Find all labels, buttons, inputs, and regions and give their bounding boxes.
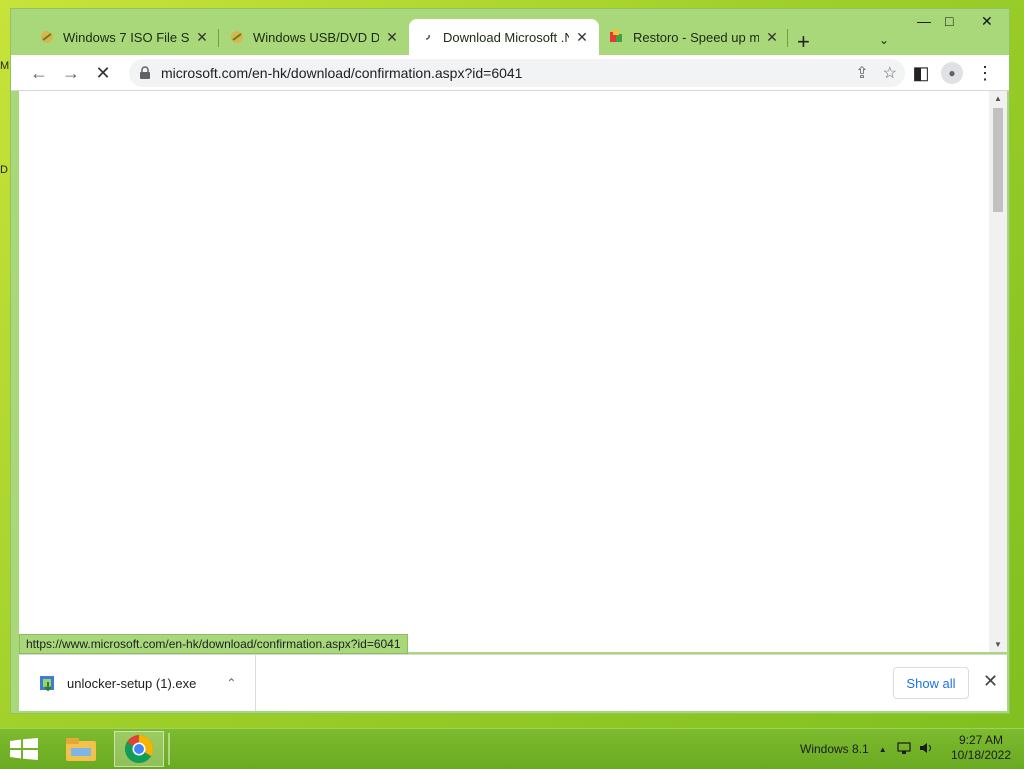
page-content: [19, 91, 989, 652]
side-panel-icon[interactable]: ◧: [909, 61, 933, 85]
download-shelf: unlocker-setup (1).exe ⌃ Show all ✕: [19, 654, 1007, 711]
bookmark-star-icon[interactable]: ☆: [883, 63, 897, 83]
tab-close-icon[interactable]: ✕: [385, 29, 399, 46]
system-tray: Windows 8.1 ▲: [800, 729, 935, 769]
volume-icon[interactable]: [919, 742, 935, 757]
url-text[interactable]: microsoft.com/en-hk/download/confirmatio…: [161, 65, 522, 81]
scroll-up-arrow-icon[interactable]: ▲: [994, 94, 1002, 103]
download-file-name: unlocker-setup (1).exe: [67, 675, 197, 691]
taskbar-divider: [168, 733, 170, 765]
tab-close-icon[interactable]: ✕: [765, 29, 779, 46]
clock-time: 9:27 AM: [958, 733, 1004, 747]
desktop-label-d: D: [0, 164, 8, 176]
os-version-label: Windows 8.1: [800, 742, 869, 756]
status-bubble: https://www.microsoft.com/en-hk/download…: [19, 634, 408, 654]
clock-date: 10/18/2022: [950, 748, 1012, 762]
omnibox-actions: ⇪ ☆: [855, 63, 897, 83]
download-item[interactable]: unlocker-setup (1).exe ⌃: [19, 655, 256, 711]
minimize-button[interactable]: —: [917, 13, 931, 29]
chrome-menu-icon[interactable]: ⋮: [973, 61, 997, 85]
tab-title: Restoro - Speed up my: [633, 29, 759, 45]
tab-title: Download Microsoft .N: [443, 29, 569, 45]
profile-avatar-icon[interactable]: ●: [941, 62, 963, 84]
tab-divider: [787, 29, 788, 47]
browser-toolbar: ← → ✕ microsoft.com/en-hk/download/confi…: [11, 55, 1009, 91]
tab-close-icon[interactable]: ✕: [575, 29, 589, 46]
scrollbar-thumb[interactable]: [993, 108, 1003, 212]
close-window-button[interactable]: ✕: [981, 13, 993, 30]
back-button[interactable]: ←: [27, 61, 51, 85]
maximize-button[interactable]: □: [945, 13, 953, 29]
scroll-down-arrow-icon[interactable]: ▼: [994, 640, 1002, 649]
taskbar-clock[interactable]: 9:27 AM 10/18/2022: [946, 733, 1016, 763]
tab-strip: Windows 7 ISO File Safe ✕ Windows USB/DV…: [11, 19, 1009, 55]
tray-overflow-caret-icon[interactable]: ▲: [879, 745, 887, 754]
file-explorer-icon[interactable]: [56, 731, 106, 767]
tab-windows7-iso[interactable]: Windows 7 ISO File Safe ✕: [29, 19, 219, 55]
site-favicon-icon: [39, 29, 55, 45]
site-favicon-icon: [229, 29, 245, 45]
restoro-favicon-icon: [609, 29, 625, 45]
share-icon[interactable]: ⇪: [855, 63, 868, 83]
windows-taskbar: Windows 8.1 ▲ 9:27 AM 10/18/2022: [0, 728, 1024, 769]
windows-start-icon[interactable]: [10, 738, 38, 760]
tab-search-chevron-icon[interactable]: ⌄: [879, 33, 889, 47]
forward-button[interactable]: →: [59, 61, 83, 85]
tab-close-icon[interactable]: ✕: [195, 29, 209, 46]
address-bar[interactable]: microsoft.com/en-hk/download/confirmatio…: [129, 59, 905, 87]
tab-windows-usb-dvd[interactable]: Windows USB/DVD Dow ✕: [219, 19, 409, 55]
desktop-label-m: M: [0, 60, 10, 72]
browser-window: Windows 7 ISO File Safe ✕ Windows USB/DV…: [10, 8, 1010, 714]
new-tab-button[interactable]: +: [797, 31, 810, 53]
tab-title: Windows USB/DVD Dow: [253, 29, 379, 45]
close-download-shelf-icon[interactable]: ✕: [983, 671, 998, 692]
vertical-scrollbar[interactable]: ▲ ▼: [989, 91, 1007, 652]
show-all-downloads-button[interactable]: Show all: [893, 667, 969, 699]
installer-file-icon: [39, 674, 57, 692]
stop-loading-button[interactable]: ✕: [91, 61, 115, 85]
loading-spinner-icon: [419, 29, 435, 45]
download-options-chevron-icon[interactable]: ⌃: [226, 676, 236, 690]
chrome-taskbar-icon[interactable]: [114, 731, 164, 767]
tab-restoro[interactable]: Restoro - Speed up my ✕: [599, 19, 789, 55]
network-icon[interactable]: [897, 741, 911, 757]
tab-download-microsoft[interactable]: Download Microsoft .N ✕: [409, 19, 599, 55]
lock-icon[interactable]: [139, 66, 151, 80]
tab-title: Windows 7 ISO File Safe: [63, 29, 189, 45]
